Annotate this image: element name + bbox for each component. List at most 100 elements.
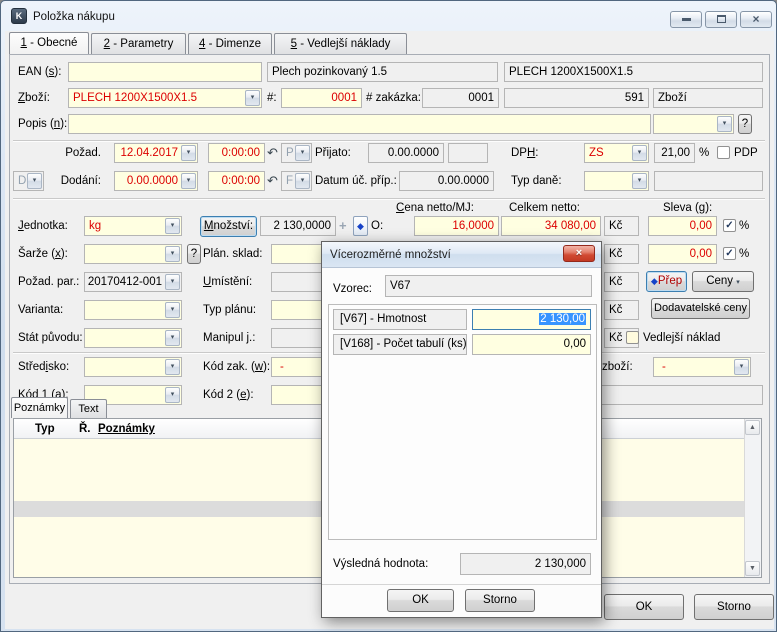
ok-button[interactable]: OK	[604, 594, 684, 620]
zbozi-label: Zboží:	[18, 92, 50, 104]
dropdown-arrow-icon[interactable]: ▾	[165, 330, 180, 346]
pozad-date-combo[interactable]: 12.04.2017 ▾	[114, 143, 198, 163]
zakazka-label: # zakázka:	[366, 92, 421, 104]
column-header-poznamky[interactable]: Poznámky	[98, 419, 155, 439]
dropdown-arrow-icon[interactable]: ▾	[632, 145, 647, 161]
datum-uc-display: 0.00.0000	[399, 171, 494, 191]
purchase-item-window: K Položka nákupu × 1 - Obecné 2 - Parame…	[0, 0, 777, 632]
vedlejsi-naklad-checkbox[interactable]	[626, 331, 639, 344]
storno-button[interactable]: Storno	[694, 594, 774, 620]
sleva2-input[interactable]: 0,00	[648, 244, 717, 264]
scroll-down-icon: ▼	[749, 565, 756, 572]
pozad-time-input[interactable]: 0:00:00	[208, 143, 265, 163]
tab-vedlejsi-naklady[interactable]: 5 - Vedlejší náklady	[274, 33, 407, 55]
variable-input-hmotnost[interactable]: 2 130,00	[472, 309, 591, 330]
maximize-button[interactable]	[705, 11, 737, 28]
pozad-par-value: 20170412-001	[87, 276, 162, 288]
dropdown-arrow-icon[interactable]: ▾	[295, 173, 310, 189]
mnozstvi-button[interactable]: Množství:	[200, 216, 257, 237]
dropdown-arrow-icon[interactable]: ▾	[295, 145, 310, 161]
multidimensional-quantity-dialog: Vícerozměrné množství × Vzorec: V67 [V67…	[321, 241, 602, 618]
dodani-date-combo[interactable]: 0.00.0000 ▾	[114, 171, 198, 191]
dropdown-arrow-icon[interactable]: ▾	[181, 145, 196, 161]
dialog-storno-button[interactable]: Storno	[465, 589, 535, 612]
help-button[interactable]: ?	[738, 114, 752, 134]
dropdown-arrow-icon[interactable]: ▾	[181, 173, 196, 189]
dropdown-arrow-icon[interactable]: ▾	[245, 90, 260, 106]
cena-netto-input[interactable]: 16,0000	[414, 216, 499, 236]
minimize-button[interactable]	[670, 11, 702, 28]
dialog-titlebar[interactable]: Vícerozměrné množství	[322, 242, 601, 268]
dropdown-arrow-icon[interactable]: ▾	[632, 173, 647, 189]
app-icon: K	[11, 8, 27, 24]
close-button[interactable]: ×	[740, 11, 772, 28]
tab-parametry[interactable]: 2 - Parametry	[91, 33, 186, 55]
undo-icon[interactable]: ↶	[267, 171, 278, 191]
sleva-percent-checkbox[interactable]: ✓	[723, 219, 736, 232]
typ-dane-combo[interactable]: ▾	[584, 171, 649, 191]
dph-combo[interactable]: ZS ▾	[584, 143, 649, 163]
currency-display: Kč	[604, 300, 639, 320]
ean-input[interactable]	[68, 62, 262, 82]
sleva-input[interactable]: 0,00	[648, 216, 717, 236]
dropdown-arrow-icon[interactable]: ▾	[165, 387, 180, 403]
column-header-typ[interactable]: Typ	[35, 419, 55, 439]
jednotka-label: Jednotka:	[18, 220, 68, 232]
percent-label: %	[739, 220, 750, 232]
dialog-ok-button[interactable]: OK	[387, 589, 454, 612]
pozad-label: Požad.	[65, 147, 101, 159]
zbozi-combo[interactable]: PLECH 1200X1500X1.5 ▾	[68, 88, 262, 108]
plan-sklad-label: Plán. sklad:	[203, 248, 263, 260]
variable-label-pocet-tabuli: [V168] - Počet tabulí (ks)	[333, 334, 467, 355]
vzorec-display: V67	[385, 275, 592, 297]
f-combo-value: F	[286, 175, 294, 187]
dropdown-arrow-icon[interactable]: ▾	[734, 359, 749, 375]
sleva2-percent-checkbox[interactable]: ✓	[723, 247, 736, 260]
help-button[interactable]: ?	[187, 244, 201, 264]
p-combo[interactable]: P ▾	[281, 143, 312, 163]
dropdown-arrow-icon[interactable]: ▾	[165, 218, 180, 234]
dodavatelske-ceny-button[interactable]: Dodavatelské ceny	[651, 298, 750, 319]
tab-dimenze[interactable]: 4 - Dimenze	[188, 33, 272, 55]
dropdown-arrow-icon[interactable]: ▾	[165, 359, 180, 375]
pozad-par-combo[interactable]: 20170412-001 ▾	[84, 272, 182, 292]
o-label: O:	[371, 220, 384, 232]
tab-text[interactable]: Text	[70, 399, 107, 418]
dropdown-arrow-icon[interactable]: ▾	[165, 274, 180, 290]
stredisko-combo[interactable]: ▾	[84, 357, 182, 377]
currency-display: Kč	[604, 216, 639, 236]
tab-obecne[interactable]: 1 - Obecné	[9, 32, 89, 54]
dropdown-arrow-icon[interactable]: ▾	[165, 246, 180, 262]
f-combo[interactable]: F ▾	[281, 171, 312, 191]
dropdown-arrow-icon[interactable]: ▾	[165, 302, 180, 318]
column-header-radek[interactable]: Ř.	[79, 419, 91, 439]
dialog-close-button[interactable]: ×	[563, 245, 595, 262]
popis-combo[interactable]: ▾	[653, 114, 734, 134]
jednotka-combo[interactable]: kg ▾	[84, 216, 182, 236]
sarze-combo[interactable]: ▾	[84, 244, 182, 264]
hash-input[interactable]: 0001	[281, 88, 362, 108]
variable-input-pocet-tabuli[interactable]: 0,00	[472, 334, 591, 355]
pdp-checkbox[interactable]	[717, 146, 730, 159]
undo-icon[interactable]: ↶	[267, 143, 278, 163]
dodani-time-input[interactable]: 0:00:00	[208, 171, 265, 191]
scroll-up-button[interactable]: ▲	[745, 420, 760, 435]
recalc-icon[interactable]: ◆	[353, 216, 368, 236]
percent-label: %	[699, 147, 710, 159]
prep-button[interactable]: ◆Přep	[646, 271, 687, 292]
dodavatelske-ceny-label: Dodavatelské ceny	[654, 302, 747, 314]
celkem-netto-label: Celkem netto:	[509, 202, 580, 214]
stat-puvodu-combo[interactable]: ▾	[84, 328, 182, 348]
typ-dane-label: Typ daně:	[511, 175, 562, 187]
notes-scrollbar[interactable]	[744, 419, 761, 577]
varianta-label: Varianta:	[18, 304, 64, 316]
dropdown-arrow-icon[interactable]: ▾	[717, 116, 732, 132]
zbozi-right-combo[interactable]: - ▾	[653, 357, 751, 377]
scroll-down-button[interactable]: ▼	[745, 561, 760, 576]
popis-input[interactable]	[68, 114, 651, 134]
separator	[13, 198, 765, 200]
ceny-button[interactable]: Ceny ▾	[692, 271, 754, 292]
tab-poznamky[interactable]: Poznámky	[11, 397, 68, 418]
celkem-netto-input[interactable]: 34 080,00	[501, 216, 601, 236]
varianta-combo[interactable]: ▾	[84, 300, 182, 320]
